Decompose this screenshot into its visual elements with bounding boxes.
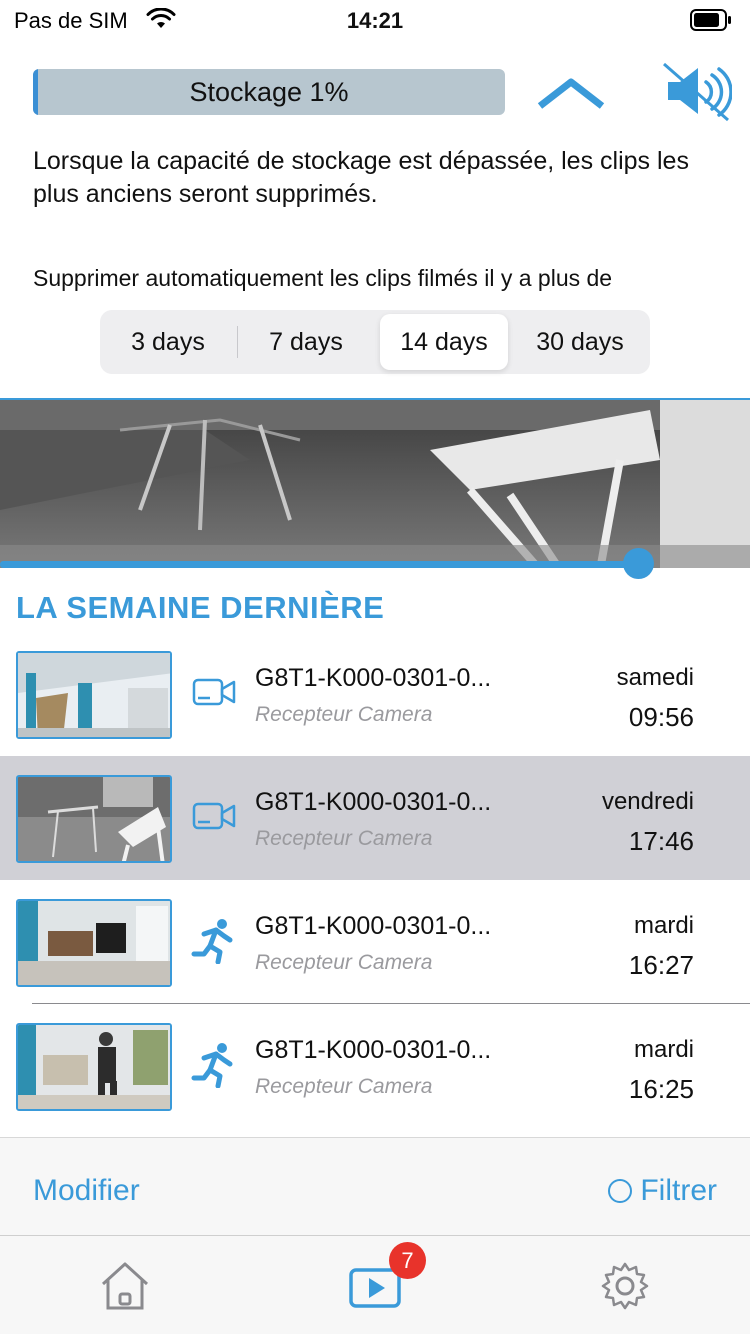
- clip-thumbnail: [16, 899, 172, 987]
- clip-name: G8T1-K000-0301-0...: [255, 664, 492, 692]
- settings-gear-icon[interactable]: [597, 1258, 653, 1314]
- clip-name: G8T1-K000-0301-0...: [255, 788, 492, 816]
- clip-source: Recepteur Camera: [255, 951, 433, 974]
- video-camera-icon: [192, 802, 236, 830]
- clip-time: 09:56: [628, 702, 694, 732]
- edit-toolbar: Modifier Filtrer: [0, 1137, 750, 1235]
- clip-thumbnail: [16, 1023, 172, 1111]
- clip-day: vendredi: [601, 788, 694, 815]
- clip-row[interactable]: G8T1-K000-0301-0... Recepteur Camera sam…: [0, 632, 750, 756]
- clip-row[interactable]: G8T1-K000-0301-0... Recepteur Camera mar…: [0, 880, 750, 1004]
- tab-bar: [0, 1235, 750, 1334]
- storage-bar: Stockage 1%: [33, 69, 505, 115]
- video-camera-icon: [192, 678, 236, 706]
- storage-capacity-notice: Lorsque la capacité de stockage est dépa…: [33, 147, 689, 208]
- notification-badge: 7: [389, 1242, 426, 1279]
- clip-name: G8T1-K000-0301-0...: [255, 912, 492, 940]
- clip-time: 17:46: [628, 826, 694, 856]
- retention-option-14-days[interactable]: 14 days: [380, 314, 508, 370]
- video-preview[interactable]: [0, 398, 750, 568]
- clip-source: Recepteur Camera: [255, 703, 433, 726]
- clip-thumbnail: [16, 775, 172, 863]
- preview-frame: [0, 400, 750, 568]
- modify-button[interactable]: Modifier: [33, 1174, 140, 1208]
- retention-option-30-days[interactable]: 30 days: [514, 314, 646, 370]
- clip-row[interactable]: G8T1-K000-0301-0... Recepteur Camera mar…: [0, 1004, 750, 1128]
- clip-time: 16:27: [628, 950, 694, 980]
- clip-source: Recepteur Camera: [255, 827, 433, 850]
- clip-name: G8T1-K000-0301-0...: [255, 1036, 492, 1064]
- clip-day: mardi: [633, 912, 694, 939]
- clip-row[interactable]: G8T1-K000-0301-0... Recepteur Camera ven…: [0, 756, 750, 880]
- storage-label: Stockage 1%: [189, 77, 349, 107]
- status-bar: Pas de SIM 14:21: [0, 0, 750, 40]
- retention-segmented-control: 3 days 7 days 14 days 30 days: [100, 310, 650, 374]
- filter-label: Filtrer: [640, 1174, 717, 1207]
- clock: 14:21: [346, 8, 404, 33]
- auto-delete-label: Supprimer automatiquement les clips film…: [33, 265, 613, 291]
- section-title: LA SEMAINE DERNIÈRE: [16, 590, 385, 625]
- clip-day: mardi: [633, 1036, 694, 1063]
- motion-running-icon: [191, 1043, 233, 1088]
- motion-running-icon: [191, 919, 233, 964]
- battery-icon: [690, 9, 731, 31]
- playback-scrubber-handle[interactable]: [622, 548, 654, 579]
- clip-thumbnail: [16, 651, 172, 739]
- segment-divider: [237, 326, 238, 358]
- filter-button[interactable]: Filtrer: [608, 1174, 717, 1208]
- clip-day: samedi: [616, 664, 694, 691]
- filter-circle-icon: [608, 1179, 633, 1203]
- retention-option-3-days[interactable]: 3 days: [104, 314, 232, 370]
- playback-progress-bar[interactable]: [0, 561, 638, 568]
- home-icon[interactable]: [97, 1258, 153, 1314]
- chevron-up-icon[interactable]: [536, 76, 606, 110]
- clip-source: Recepteur Camera: [255, 1075, 433, 1098]
- retention-option-7-days[interactable]: 7 days: [242, 314, 370, 370]
- speaker-muted-icon[interactable]: [660, 60, 732, 124]
- clip-time: 16:25: [628, 1074, 694, 1104]
